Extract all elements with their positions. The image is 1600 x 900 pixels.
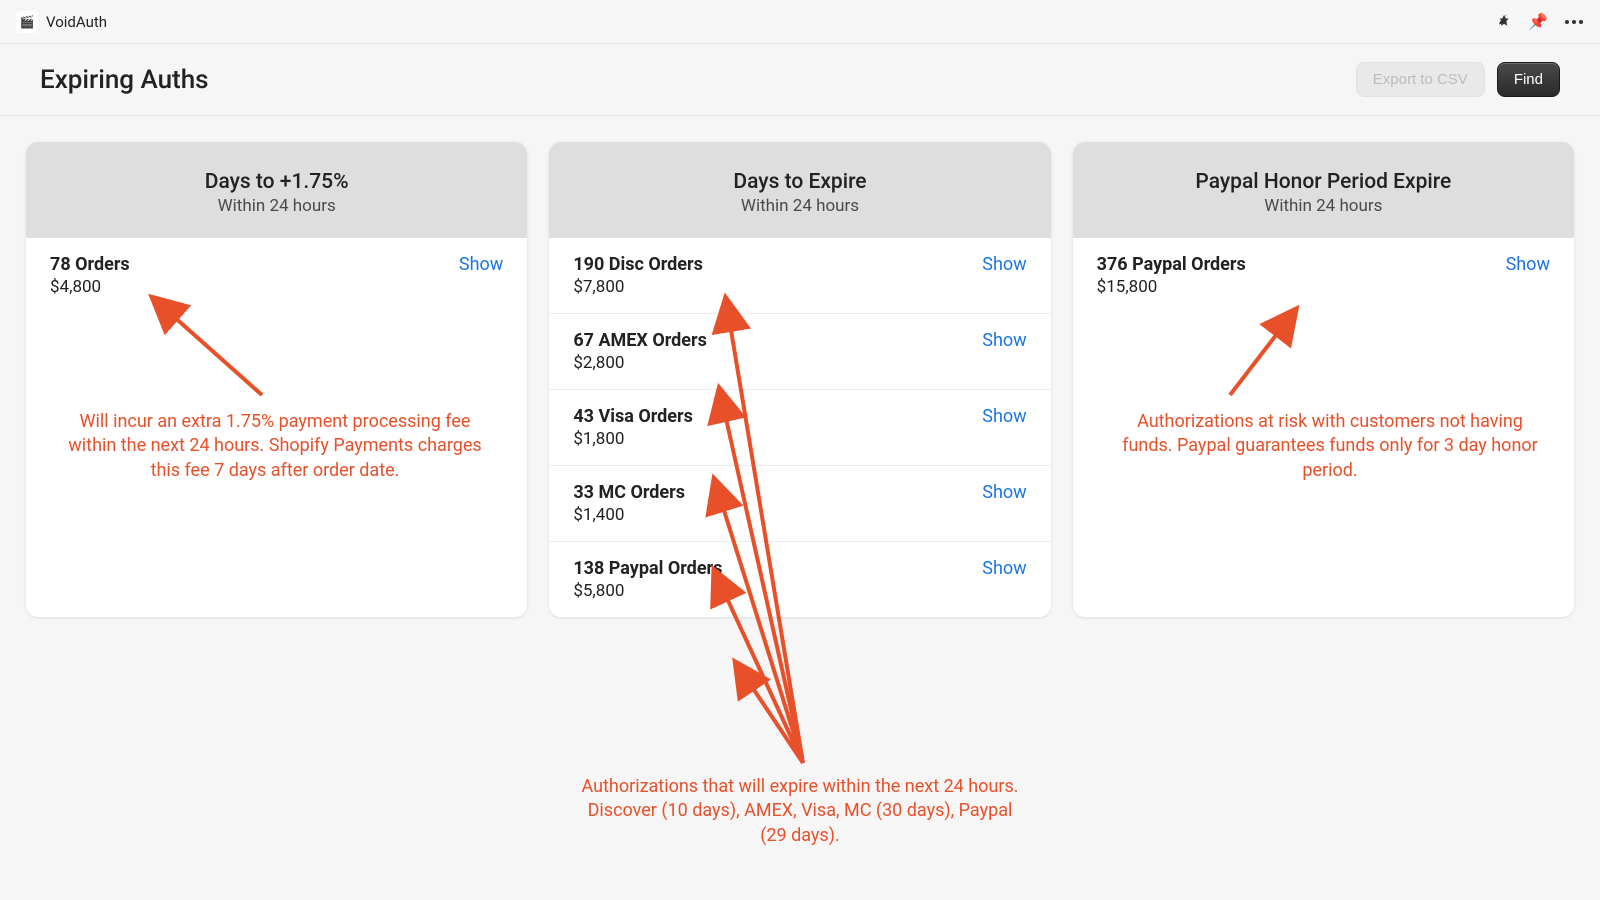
show-link[interactable]: Show [982,406,1026,427]
card-row: 138 Paypal Orders $5,800 Show [549,542,1050,617]
card-row: 67 AMEX Orders $2,800 Show [549,314,1050,390]
annotation-left: Will incur an extra 1.75% payment proces… [55,410,495,483]
pin-icon[interactable]: 📌 [1528,12,1548,31]
card-row: 33 MC Orders $1,400 Show [549,466,1050,542]
card-body: 190 Disc Orders $7,800 Show 67 AMEX Orde… [549,238,1050,617]
row-title: 67 AMEX Orders [573,330,707,351]
find-button[interactable]: Find [1497,62,1560,97]
show-link[interactable]: Show [459,254,503,275]
card-days-to-fee: Days to +1.75% Within 24 hours 78 Orders… [26,142,527,617]
row-amount: $15,800 [1097,277,1246,297]
more-icon[interactable] [1564,14,1584,30]
show-link[interactable]: Show [1506,254,1550,275]
row-title: 43 Visa Orders [573,406,693,427]
page-title: Expiring Auths [40,65,209,95]
row-text: 33 MC Orders $1,400 [573,482,685,525]
row-title: 190 Disc Orders [573,254,703,275]
annotation-right: Authorizations at risk with customers no… [1120,410,1540,483]
show-link[interactable]: Show [982,558,1026,579]
row-text: 138 Paypal Orders $5,800 [573,558,722,601]
export-csv-button[interactable]: Export to CSV [1356,62,1485,97]
card-paypal-honor: Paypal Honor Period Expire Within 24 hou… [1073,142,1574,617]
annotation-middle: Authorizations that will expire within t… [580,775,1020,848]
row-amount: $1,800 [573,429,693,449]
show-link[interactable]: Show [982,254,1026,275]
row-text: 78 Orders $4,800 [50,254,130,297]
row-text: 67 AMEX Orders $2,800 [573,330,707,373]
card-row: 43 Visa Orders $1,800 Show [549,390,1050,466]
card-days-to-expire: Days to Expire Within 24 hours 190 Disc … [549,142,1050,617]
top-bar: 🎬 VoidAuth 📌 [0,0,1600,44]
row-title: 138 Paypal Orders [573,558,722,579]
row-amount: $4,800 [50,277,130,297]
show-link[interactable]: Show [982,330,1026,351]
row-amount: $1,400 [573,505,685,525]
card-row: 190 Disc Orders $7,800 Show [549,238,1050,314]
row-title: 78 Orders [50,254,130,275]
card-title: Paypal Honor Period Expire [1089,170,1558,194]
row-amount: $7,800 [573,277,703,297]
card-subtitle: Within 24 hours [565,196,1034,216]
header-actions: Export to CSV Find [1356,62,1560,97]
app-name: VoidAuth [46,13,107,31]
card-body: 78 Orders $4,800 Show [26,238,527,313]
header-row: Expiring Auths Export to CSV Find [0,44,1600,116]
row-amount: $5,800 [573,581,722,601]
show-link[interactable]: Show [982,482,1026,503]
app-icon-glyph: 🎬 [20,15,35,29]
card-body: 376 Paypal Orders $15,800 Show [1073,238,1574,313]
cards-row: Days to +1.75% Within 24 hours 78 Orders… [0,116,1600,643]
card-title: Days to Expire [565,170,1034,194]
row-text: 376 Paypal Orders $15,800 [1097,254,1246,297]
card-header: Paypal Honor Period Expire Within 24 hou… [1073,142,1574,238]
row-text: 43 Visa Orders $1,800 [573,406,693,449]
card-row: 376 Paypal Orders $15,800 Show [1073,238,1574,313]
card-title: Days to +1.75% [42,170,511,194]
card-subtitle: Within 24 hours [42,196,511,216]
row-title: 376 Paypal Orders [1097,254,1246,275]
row-text: 190 Disc Orders $7,800 [573,254,703,297]
card-header: Days to +1.75% Within 24 hours [26,142,527,238]
top-bar-right: 📌 [1496,12,1584,31]
card-header: Days to Expire Within 24 hours [549,142,1050,238]
card-row: 78 Orders $4,800 Show [26,238,527,313]
pin-icon[interactable] [1496,14,1512,30]
row-amount: $2,800 [573,353,707,373]
top-bar-left: 🎬 VoidAuth [16,11,107,33]
row-title: 33 MC Orders [573,482,685,503]
app-icon: 🎬 [16,11,38,33]
card-subtitle: Within 24 hours [1089,196,1558,216]
